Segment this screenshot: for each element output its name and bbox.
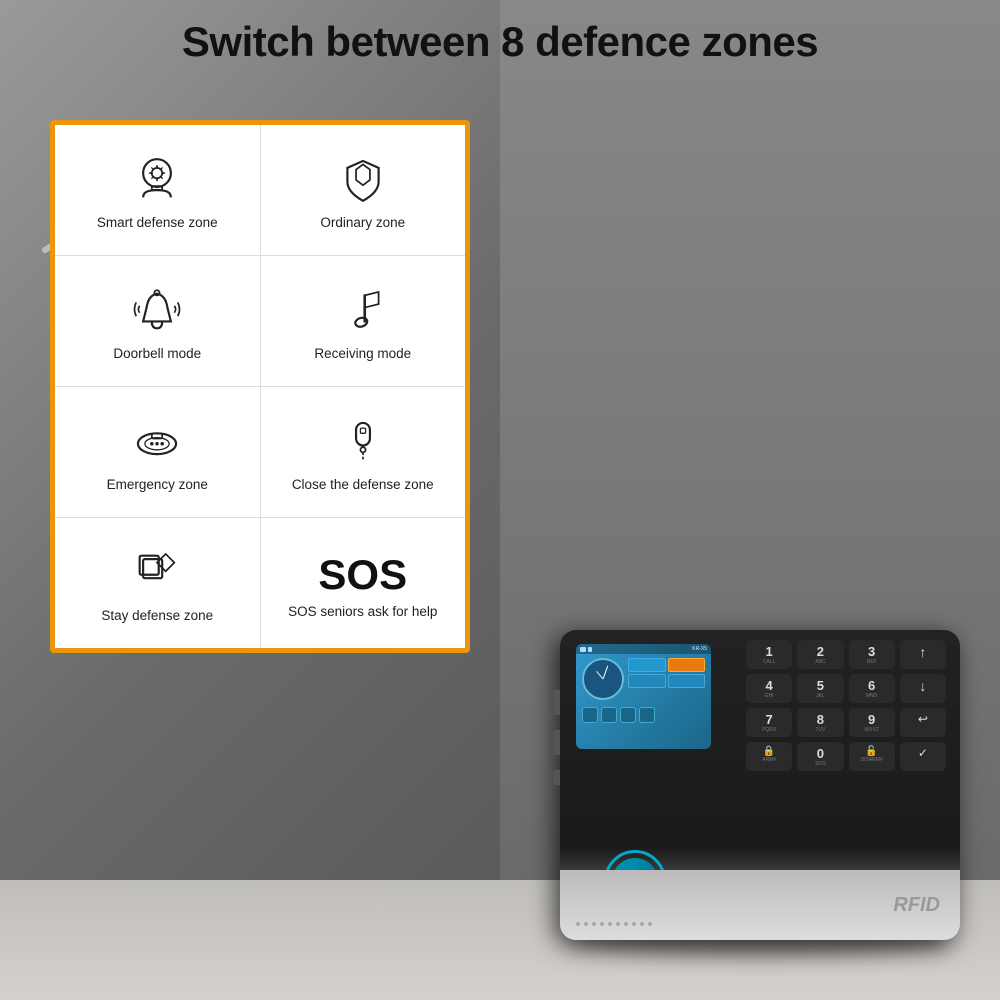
layers-icon — [131, 547, 183, 599]
screen-model: KR-X5 — [692, 646, 707, 652]
bell-icon — [131, 285, 183, 337]
emergency-label: Emergency zone — [107, 476, 208, 494]
cell-close-defense: Close the defense zone — [261, 387, 466, 517]
shield-icon — [337, 154, 389, 206]
screen-status-icons — [580, 646, 592, 652]
screen-icon-4[interactable] — [639, 707, 655, 723]
cell-receiving: Receiving mode — [261, 256, 466, 386]
key-9[interactable]: 9WXYZ — [849, 708, 895, 737]
grid-row-1: Smart defense zone Ordinary zone — [55, 125, 465, 256]
close-defense-label: Close the defense zone — [292, 476, 434, 494]
cell-emergency: Emergency zone — [55, 387, 261, 517]
grid-row-4: Stay defense zone SOS SOS seniors ask fo… — [55, 518, 465, 648]
sos-label: SOS seniors ask for help — [288, 603, 437, 621]
doorbell-label: Doorbell mode — [113, 345, 201, 363]
cell-doorbell: Doorbell mode — [55, 256, 261, 386]
key-2[interactable]: 2ABC — [797, 640, 843, 669]
key-unlock[interactable]: 🔓DISARM# — [849, 742, 895, 771]
speaker-hole — [624, 922, 628, 926]
key-1[interactable]: 1CALL — [746, 640, 792, 669]
cell-smart-defense: Smart defense zone — [55, 125, 261, 255]
speaker-holes — [576, 922, 653, 926]
screen-btn-4[interactable] — [668, 674, 706, 688]
key-fob-icon — [337, 416, 389, 468]
screen-icon-row — [576, 704, 711, 726]
clock-hand-2 — [596, 671, 603, 679]
screen-main — [576, 654, 711, 704]
device-screen: KR-X5 — [576, 644, 711, 749]
speaker-hole — [640, 922, 644, 926]
screen-icon-2[interactable] — [601, 707, 617, 723]
defense-card: Smart defense zone Ordinary zone — [50, 120, 470, 653]
speaker-hole — [616, 922, 620, 926]
alarm-device: KR-X5 — [560, 630, 960, 940]
key-ok[interactable]: ✓ — [900, 742, 946, 771]
screen-btn-row-2 — [628, 674, 705, 688]
receiving-label: Receiving mode — [314, 345, 411, 363]
device-bottom-strip: RFID — [560, 870, 960, 940]
screen-btn-2[interactable] — [668, 658, 706, 672]
speaker-hole — [608, 922, 612, 926]
rfid-label: RFID — [893, 894, 940, 917]
wifi-status — [580, 647, 586, 652]
key-4[interactable]: 4GHI — [746, 674, 792, 703]
key-5[interactable]: 5JKL — [797, 674, 843, 703]
key-3[interactable]: 3DEF — [849, 640, 895, 669]
side-button-top[interactable] — [553, 690, 560, 715]
screen-status-bar: KR-X5 — [576, 644, 711, 654]
screen-btn-row-1 — [628, 658, 705, 672]
music-note-icon — [337, 285, 389, 337]
screen-icon-1[interactable] — [582, 707, 598, 723]
speaker-hole — [648, 922, 652, 926]
clock-hand — [603, 666, 609, 679]
sos-text: SOS — [318, 551, 407, 599]
screen-icon-3[interactable] — [620, 707, 636, 723]
speaker-hole — [576, 922, 580, 926]
screen-btn-3[interactable] — [628, 674, 666, 688]
key-up[interactable]: ↑ — [900, 640, 946, 669]
screen-btn-1[interactable] — [628, 658, 666, 672]
key-8[interactable]: 8TUV — [797, 708, 843, 737]
keypad: 1CALL 2ABC 3DEF ↑ 4GHI 5JKL 6MNO ↓ 7PQRS… — [746, 640, 946, 771]
speaker-hole — [584, 922, 588, 926]
smoke-detector-icon — [131, 416, 183, 468]
title-area: Switch between 8 defence zones — [0, 18, 1000, 66]
key-7[interactable]: 7PQRS — [746, 708, 792, 737]
key-0[interactable]: 0SOS — [797, 742, 843, 771]
screen-buttons — [628, 658, 705, 700]
key-6[interactable]: 6MNO — [849, 674, 895, 703]
ordinary-label: Ordinary zone — [320, 214, 405, 232]
brain-gear-icon — [131, 154, 183, 206]
cell-ordinary: Ordinary zone — [261, 125, 466, 255]
device-body: KR-X5 — [560, 630, 960, 940]
grid-row-2: Doorbell mode Receiving mode — [55, 256, 465, 387]
speaker-hole — [592, 922, 596, 926]
signal-status — [588, 647, 592, 652]
key-back[interactable]: ↩ — [900, 708, 946, 737]
key-lock[interactable]: 🔒ARM# — [746, 742, 792, 771]
grid-row-3: Emergency zone Close the defense zone — [55, 387, 465, 518]
speaker-hole — [600, 922, 604, 926]
cell-stay-defense: Stay defense zone — [55, 518, 261, 648]
cell-sos: SOS SOS seniors ask for help — [261, 518, 466, 648]
side-button-bot[interactable] — [553, 770, 560, 785]
side-button-mid[interactable] — [553, 730, 560, 755]
key-down[interactable]: ↓ — [900, 674, 946, 703]
screen-clock — [582, 658, 624, 700]
smart-defense-label: Smart defense zone — [97, 214, 218, 232]
stay-defense-label: Stay defense zone — [101, 607, 213, 625]
page-title: Switch between 8 defence zones — [0, 18, 1000, 66]
speaker-hole — [632, 922, 636, 926]
key-grid: 1CALL 2ABC 3DEF ↑ 4GHI 5JKL 6MNO ↓ 7PQRS… — [746, 640, 946, 771]
